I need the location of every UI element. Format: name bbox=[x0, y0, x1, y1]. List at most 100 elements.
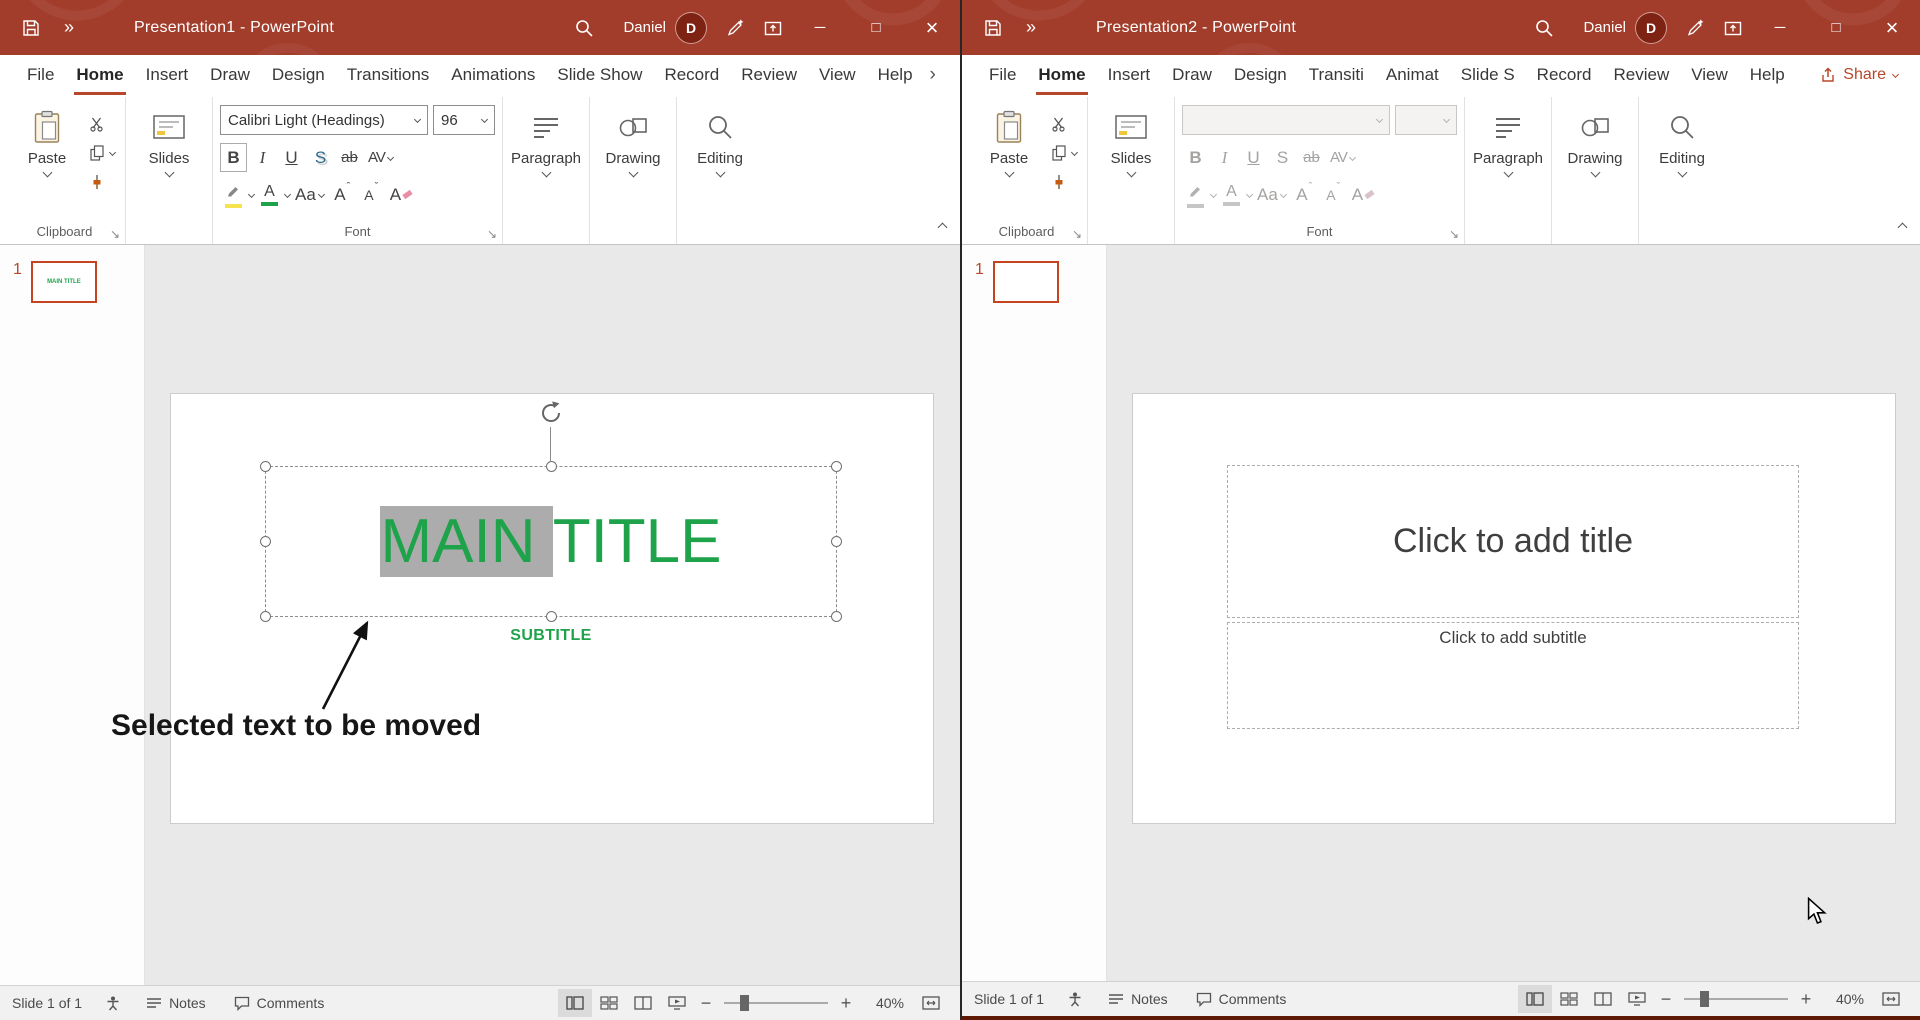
copy-button[interactable] bbox=[1048, 142, 1080, 164]
format-painter-button[interactable] bbox=[1048, 171, 1080, 193]
minimize-button[interactable]: ─ bbox=[792, 0, 848, 55]
tab-file[interactable]: File bbox=[16, 55, 65, 95]
comments-button[interactable]: Comments bbox=[234, 995, 325, 1011]
editing-button[interactable]: Editing bbox=[1646, 101, 1718, 220]
tab-draw[interactable]: Draw bbox=[1161, 55, 1223, 95]
tab-draw[interactable]: Draw bbox=[199, 55, 261, 95]
reading-view-button[interactable] bbox=[1586, 985, 1620, 1013]
user-name[interactable]: Daniel bbox=[1583, 19, 1626, 36]
tab-help[interactable]: Help bbox=[867, 55, 924, 95]
zoom-slider[interactable] bbox=[1684, 998, 1788, 1000]
share-button[interactable]: Share bbox=[1808, 55, 1910, 95]
collapse-ribbon-button[interactable] bbox=[1899, 218, 1906, 236]
tab-help[interactable]: Help bbox=[1739, 55, 1796, 95]
save-icon[interactable] bbox=[12, 0, 50, 55]
title-placeholder[interactable]: Click to add title bbox=[1227, 465, 1799, 618]
fit-slide-to-window-button[interactable] bbox=[1874, 985, 1908, 1013]
ink-pen-icon[interactable] bbox=[716, 0, 754, 55]
bold-button[interactable]: B bbox=[220, 143, 247, 172]
zoom-in-button[interactable]: + bbox=[834, 993, 858, 1014]
decrease-font-size-button[interactable]: Aˇ bbox=[358, 180, 385, 209]
zoom-slider-thumb[interactable] bbox=[740, 995, 749, 1011]
tab-animations[interactable]: Animat bbox=[1375, 55, 1450, 95]
underline-button[interactable]: U bbox=[278, 143, 305, 172]
clipboard-dialog-launcher-icon[interactable]: ↘ bbox=[110, 228, 120, 240]
chevron-down-icon[interactable] bbox=[284, 190, 291, 197]
maximize-button[interactable]: □ bbox=[1808, 0, 1864, 55]
change-case-button[interactable]: Aa bbox=[292, 180, 327, 209]
zoom-out-button[interactable]: − bbox=[1654, 989, 1678, 1010]
slide-thumbnail[interactable] bbox=[993, 261, 1059, 303]
save-icon[interactable] bbox=[974, 0, 1012, 55]
search-icon[interactable] bbox=[1525, 0, 1563, 55]
quick-access-chevron-icon[interactable]: » bbox=[50, 0, 88, 55]
character-spacing-button[interactable]: AV bbox=[365, 143, 396, 172]
tab-design[interactable]: Design bbox=[1223, 55, 1298, 95]
collapse-ribbon-button[interactable] bbox=[939, 218, 946, 236]
font-dialog-launcher-icon[interactable]: ↘ bbox=[1449, 228, 1459, 240]
normal-view-button[interactable] bbox=[1518, 985, 1552, 1013]
avatar[interactable]: D bbox=[676, 13, 706, 43]
slides-button[interactable]: Slides bbox=[1095, 101, 1167, 220]
close-button[interactable]: × bbox=[1864, 0, 1920, 55]
text-shadow-button[interactable]: S bbox=[307, 143, 334, 172]
slides-button[interactable]: Slides bbox=[133, 101, 205, 220]
tab-record[interactable]: Record bbox=[653, 55, 730, 95]
tab-review[interactable]: Review bbox=[730, 55, 808, 95]
slide-sorter-view-button[interactable] bbox=[592, 989, 626, 1017]
drawing-button[interactable]: Drawing bbox=[597, 101, 669, 220]
zoom-slider[interactable] bbox=[724, 1002, 828, 1004]
zoom-level[interactable]: 40% bbox=[1820, 991, 1864, 1007]
slide[interactable]: Click to add title Click to add subtitle bbox=[1133, 394, 1895, 823]
tabs-overflow-icon[interactable]: › bbox=[924, 55, 942, 95]
drawing-button[interactable]: Drawing bbox=[1559, 101, 1631, 220]
text-highlight-color-button[interactable] bbox=[220, 180, 247, 209]
tab-slide-show[interactable]: Slide S bbox=[1450, 55, 1526, 95]
font-color-button[interactable]: A bbox=[256, 180, 283, 209]
user-name[interactable]: Daniel bbox=[623, 19, 666, 36]
tab-file[interactable]: File bbox=[978, 55, 1027, 95]
slide-title-text[interactable]: MAIN TITLE bbox=[265, 466, 837, 617]
editing-button[interactable]: Editing bbox=[684, 101, 756, 220]
font-size-combo[interactable]: 96 bbox=[433, 105, 495, 135]
format-painter-button[interactable] bbox=[86, 171, 118, 193]
ribbon-display-options-icon[interactable] bbox=[754, 0, 792, 55]
slide-sorter-view-button[interactable] bbox=[1552, 985, 1586, 1013]
comments-button[interactable]: Comments bbox=[1196, 991, 1287, 1007]
notes-button[interactable]: Notes bbox=[1108, 991, 1168, 1007]
slide-thumbnail[interactable]: MAIN TITLE bbox=[31, 261, 97, 303]
tab-animations[interactable]: Animations bbox=[440, 55, 546, 95]
reading-view-button[interactable] bbox=[626, 989, 660, 1017]
font-dialog-launcher-icon[interactable]: ↘ bbox=[487, 228, 497, 240]
notes-button[interactable]: Notes bbox=[146, 995, 206, 1011]
paragraph-button[interactable]: Paragraph bbox=[510, 101, 582, 220]
avatar[interactable]: D bbox=[1636, 13, 1666, 43]
slideshow-button[interactable] bbox=[1620, 985, 1654, 1013]
normal-view-button[interactable] bbox=[558, 989, 592, 1017]
zoom-slider-thumb[interactable] bbox=[1700, 991, 1709, 1007]
ink-pen-icon[interactable] bbox=[1676, 0, 1714, 55]
zoom-out-button[interactable]: − bbox=[694, 993, 718, 1014]
clipboard-dialog-launcher-icon[interactable]: ↘ bbox=[1072, 228, 1082, 240]
copy-button[interactable] bbox=[86, 142, 118, 164]
fit-slide-to-window-button[interactable] bbox=[914, 989, 948, 1017]
close-button[interactable]: × bbox=[904, 0, 960, 55]
cut-button[interactable] bbox=[86, 113, 118, 135]
chevron-down-icon[interactable] bbox=[248, 190, 255, 197]
strikethrough-button[interactable]: ab bbox=[336, 143, 363, 172]
quick-access-chevron-icon[interactable]: » bbox=[1012, 0, 1050, 55]
ribbon-display-options-icon[interactable] bbox=[1714, 0, 1752, 55]
font-name-combo[interactable]: Calibri Light (Headings) bbox=[220, 105, 428, 135]
tab-home[interactable]: Home bbox=[65, 55, 134, 95]
clear-formatting-button[interactable]: A bbox=[387, 180, 415, 209]
rotate-handle-icon[interactable] bbox=[538, 400, 564, 426]
paste-button[interactable]: Paste bbox=[973, 101, 1045, 220]
tab-insert[interactable]: Insert bbox=[135, 55, 200, 95]
tab-transitions[interactable]: Transiti bbox=[1298, 55, 1375, 95]
tab-view[interactable]: View bbox=[808, 55, 867, 95]
tab-view[interactable]: View bbox=[1680, 55, 1739, 95]
increase-font-size-button[interactable]: Aˆ bbox=[329, 180, 356, 209]
tab-transitions[interactable]: Transitions bbox=[336, 55, 441, 95]
paste-button[interactable]: Paste bbox=[11, 101, 83, 220]
italic-button[interactable]: I bbox=[249, 143, 276, 172]
